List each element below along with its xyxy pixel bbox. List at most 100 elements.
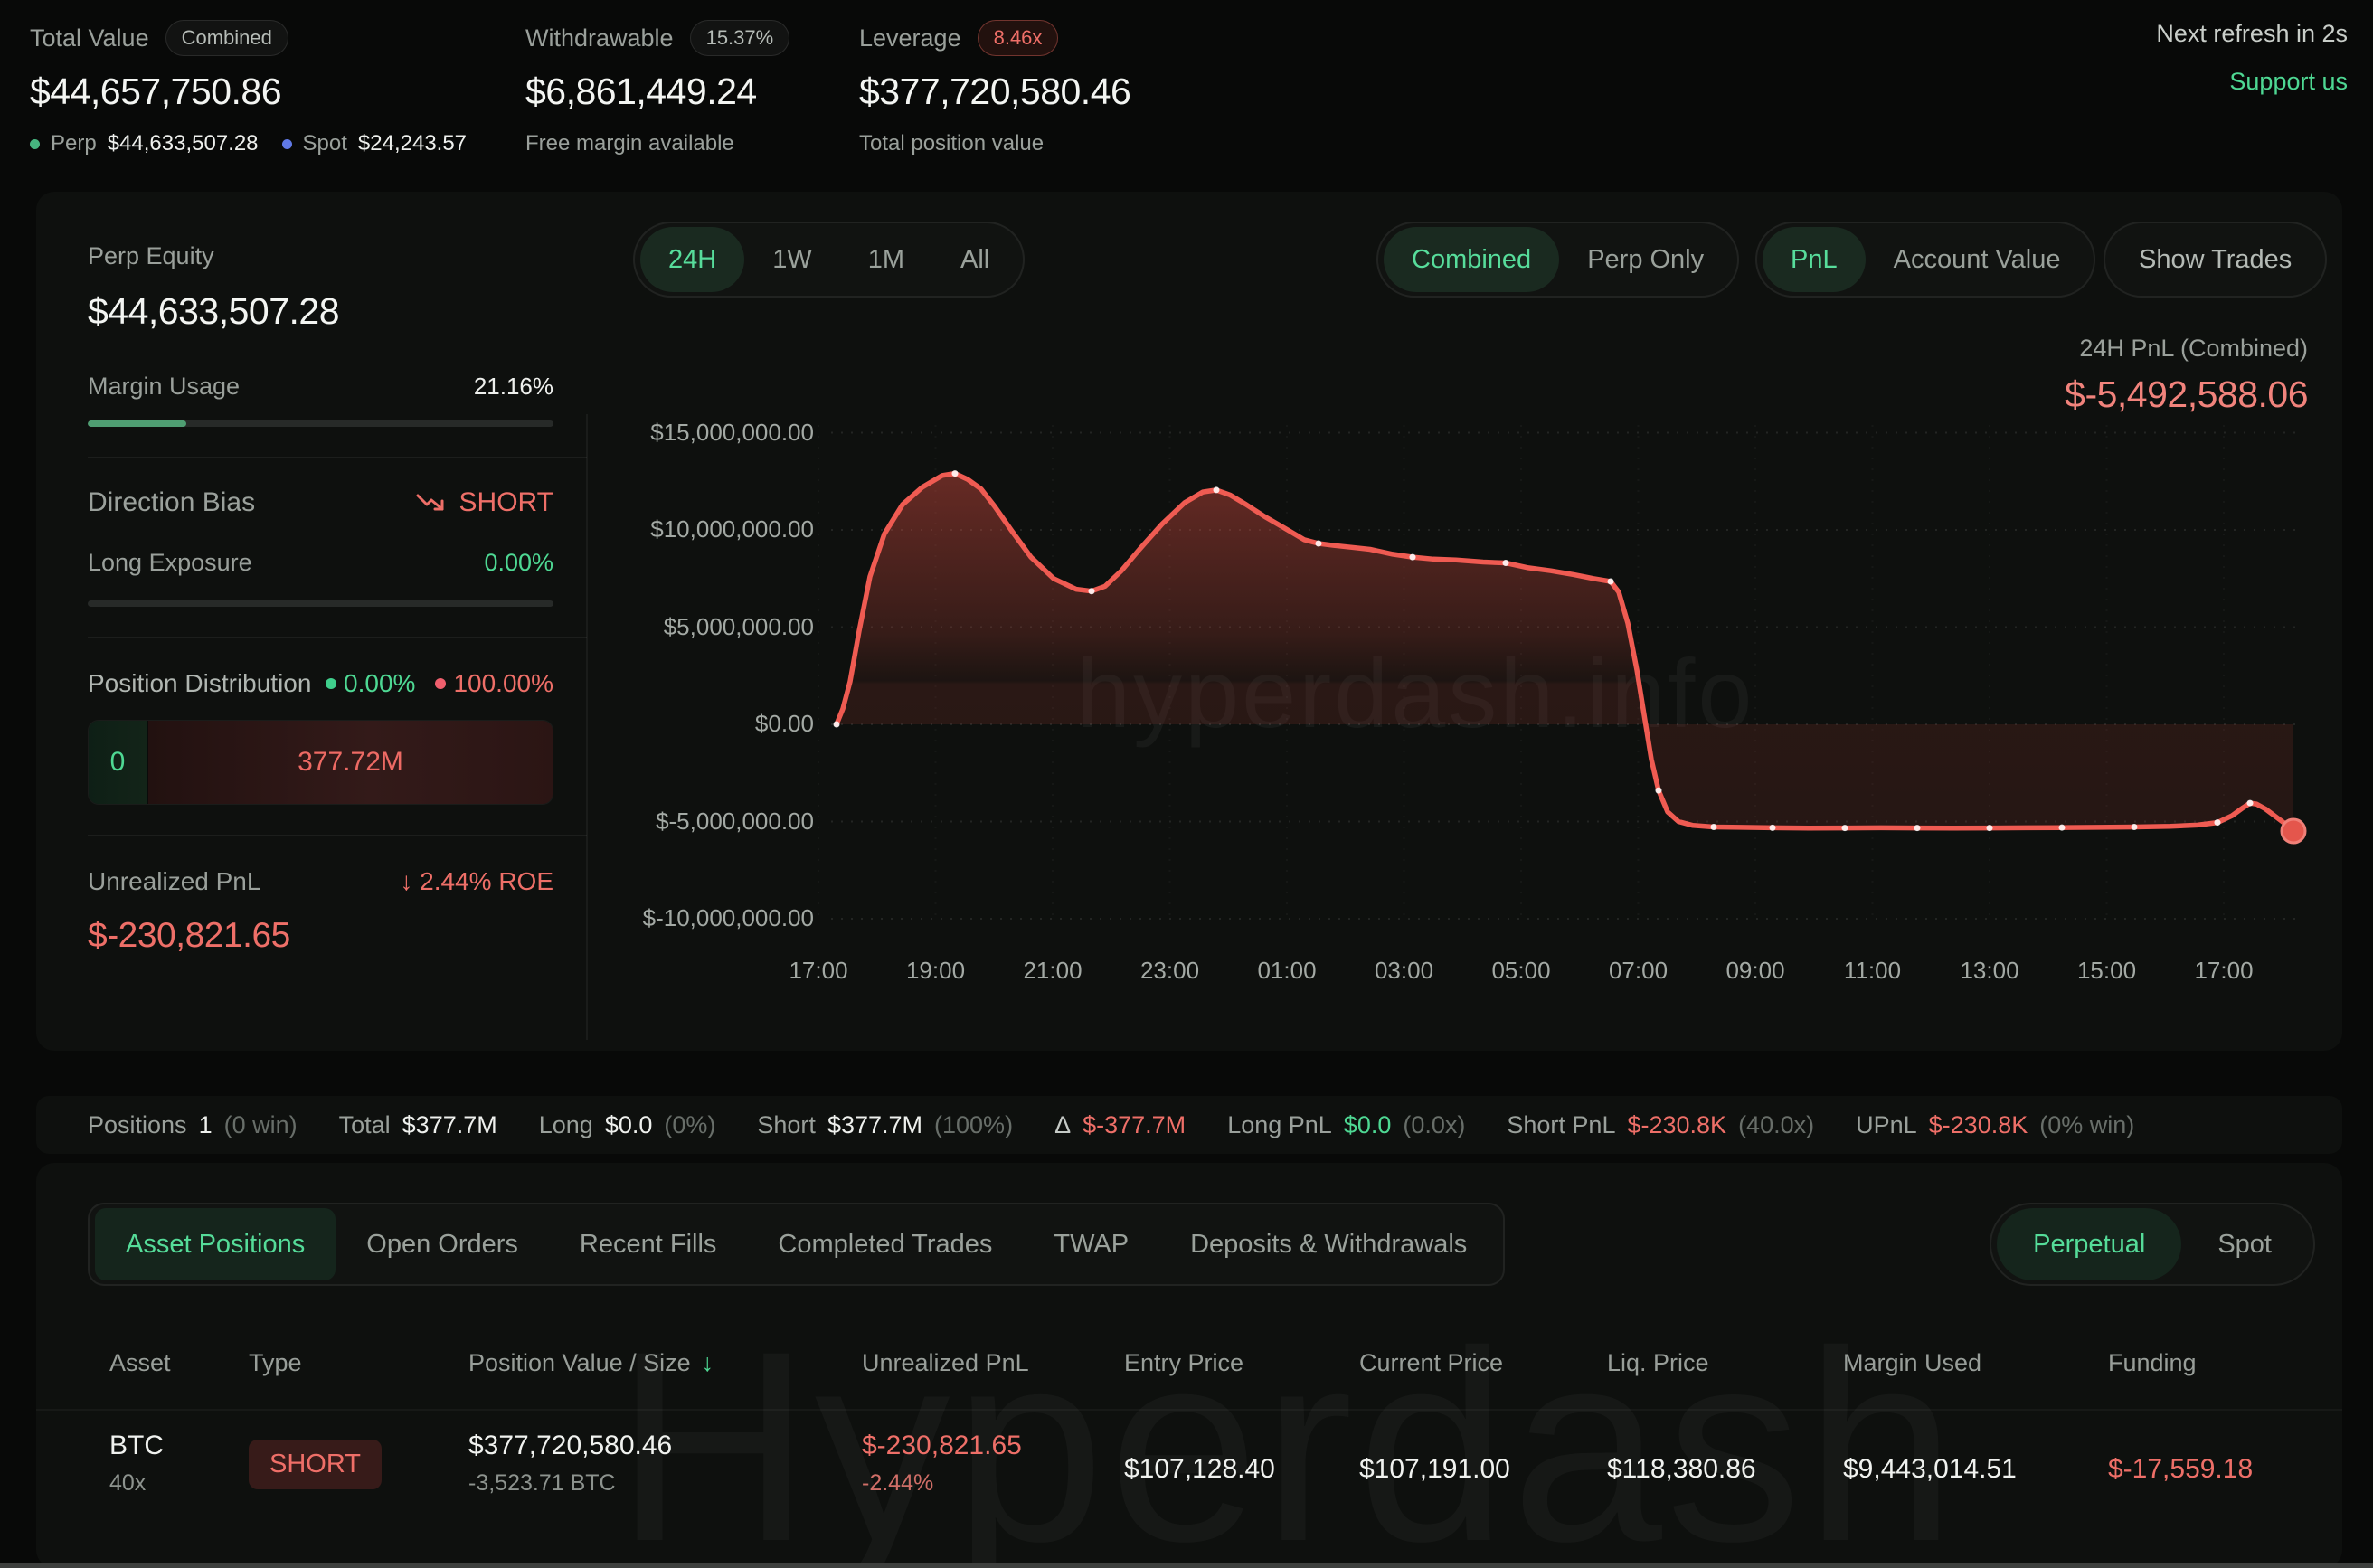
leverage-badge: 8.46x <box>978 20 1059 56</box>
tab-open-orders[interactable]: Open Orders <box>336 1208 549 1280</box>
summary-value: $377.7M <box>402 1111 497 1139</box>
pnl-readout: 24H PnL (Combined) $-5,492,588.06 <box>2065 335 2308 416</box>
summary-value: $0.0 <box>1344 1111 1392 1139</box>
total-value-stat: Total Value Combined $44,657,750.86 Perp… <box>30 18 467 156</box>
market-toggle: Perpetual Spot <box>1990 1203 2315 1286</box>
x-axis-label: 17:00 <box>2194 957 2253 985</box>
pnl-readout-label: 24H PnL (Combined) <box>2065 335 2308 363</box>
spot-value: $24,243.57 <box>358 131 467 156</box>
hyperdash-dashboard: { "header": { "total_value": {"label":"T… <box>0 0 2373 1568</box>
spot-dot-icon <box>282 139 292 149</box>
tab-twap[interactable]: TWAP <box>1023 1208 1159 1280</box>
data-point-marker <box>2059 825 2066 831</box>
tab-recent-fills[interactable]: Recent Fills <box>549 1208 748 1280</box>
summary-positions: Positions 1 (0 win) <box>88 1111 298 1139</box>
data-point-marker <box>1987 825 1993 831</box>
asset-symbol: BTC <box>109 1431 164 1461</box>
margin-usage-label: Margin Usage <box>88 373 240 401</box>
x-axis-label: 15:00 <box>2077 957 2136 985</box>
col-type: Type <box>249 1349 302 1377</box>
summary-label: UPnL <box>1856 1111 1917 1139</box>
tab-account-value[interactable]: Account Value <box>1866 227 2089 292</box>
upnl-value: $-230,821.65 <box>862 1431 1022 1461</box>
tab-completed-trades[interactable]: Completed Trades <box>747 1208 1023 1280</box>
refresh-countdown: Next refresh in 2s <box>2156 20 2348 48</box>
last-point-marker <box>2282 819 2305 843</box>
positions-summary-bar: Positions 1 (0 win) Total $377.7M Long $… <box>36 1096 2342 1154</box>
margin-used: $9,443,014.51 <box>1843 1454 2017 1485</box>
bottom-edge-divider <box>0 1563 2373 1568</box>
show-trades-button[interactable]: Show Trades <box>2111 227 2320 292</box>
margin-usage-value: 21.16% <box>474 373 553 401</box>
summary-value: $-230.8K <box>1929 1111 2028 1139</box>
y-axis-label: $10,000,000.00 <box>650 515 814 543</box>
summary-extra: (0%) <box>664 1111 715 1139</box>
pnl-area-chart <box>804 416 2315 945</box>
total-value-amount: $44,657,750.86 <box>30 71 467 113</box>
col-current-price: Current Price <box>1359 1349 1503 1377</box>
metric-tabs: PnL Account Value <box>1755 222 2095 298</box>
summary-value: 1 <box>199 1111 213 1139</box>
data-point-marker <box>1410 554 1416 561</box>
summary-total: Total $377.7M <box>339 1111 497 1139</box>
data-point-marker <box>1656 788 1662 794</box>
tab-1m[interactable]: 1M <box>840 227 932 292</box>
summary-label: Positions <box>88 1111 187 1139</box>
x-axis-label: 23:00 <box>1140 957 1199 985</box>
tab-1w[interactable]: 1W <box>744 227 840 292</box>
positions-tabs: Asset Positions Open Orders Recent Fills… <box>88 1203 1505 1286</box>
asset-leverage: 40x <box>109 1470 164 1497</box>
tab-combined[interactable]: Combined <box>1384 227 1559 292</box>
x-axis-label: 07:00 <box>1609 957 1668 985</box>
data-point-marker <box>1842 825 1848 831</box>
col-funding: Funding <box>2108 1349 2197 1377</box>
summary-long: Long $0.0 (0%) <box>539 1111 716 1139</box>
positions-panel: Hyperdash Asset Positions Open Orders Re… <box>36 1163 2342 1568</box>
show-trades-group: Show Trades <box>2104 222 2327 298</box>
tab-24h[interactable]: 24H <box>640 227 744 292</box>
y-axis-label: $15,000,000.00 <box>650 419 814 447</box>
sort-desc-icon: ↓ <box>702 1349 714 1376</box>
data-point-marker <box>1711 824 1717 830</box>
perp-equity-value: $44,633,507.28 <box>88 290 553 333</box>
perp-equity-label: Perp Equity <box>88 242 553 270</box>
entry-price: $107,128.40 <box>1124 1454 1275 1485</box>
tab-perpetual[interactable]: Perpetual <box>1997 1208 2181 1280</box>
x-axis-label: 03:00 <box>1375 957 1433 985</box>
tab-spot[interactable]: Spot <box>2181 1208 2308 1280</box>
summary-long-pnl: Long PnL $0.0 (0.0x) <box>1227 1111 1465 1139</box>
tab-pnl[interactable]: PnL <box>1763 227 1866 292</box>
summary-upnl: UPnL $-230.8K (0% win) <box>1856 1111 2134 1139</box>
col-position-value-size[interactable]: Position Value / Size↓ <box>468 1349 714 1377</box>
data-point-marker <box>1214 486 1220 493</box>
combined-badge: Combined <box>165 20 288 56</box>
withdrawable-stat: Withdrawable 15.37% $6,861,449.24 Free m… <box>525 18 789 156</box>
delta-icon: Δ <box>1054 1111 1071 1139</box>
support-us-link[interactable]: Support us <box>2156 68 2348 96</box>
data-point-marker <box>2247 800 2254 807</box>
summary-value: $-230.8K <box>1627 1111 1726 1139</box>
tab-asset-positions[interactable]: Asset Positions <box>95 1208 336 1280</box>
data-point-marker <box>1503 560 1509 566</box>
total-value-label: Total Value <box>30 24 149 52</box>
summary-label: Long <box>539 1111 593 1139</box>
summary-value: $-377.7M <box>1083 1111 1186 1139</box>
bottom-watermark: Hyperdash <box>615 1289 1960 1568</box>
tab-perp-only[interactable]: Perp Only <box>1559 227 1732 292</box>
withdrawable-label: Withdrawable <box>525 24 674 52</box>
summary-short: Short $377.7M (100%) <box>757 1111 1013 1139</box>
leverage-amount: $377,720,580.46 <box>859 71 1130 113</box>
data-point-marker <box>1316 541 1322 547</box>
position-value: $377,720,580.46 <box>468 1431 672 1461</box>
summary-delta: Δ $-377.7M <box>1054 1111 1186 1139</box>
col-unrealized-pnl: Unrealized PnL <box>862 1349 1029 1377</box>
table-header-divider <box>36 1409 2342 1411</box>
header-right: Next refresh in 2s Support us <box>2156 20 2348 96</box>
leverage-subtext: Total position value <box>859 131 1044 156</box>
x-axis-label: 19:00 <box>906 957 965 985</box>
leverage-stat: Leverage 8.46x $377,720,580.46 Total pos… <box>859 18 1130 156</box>
tab-deposits-withdrawals[interactable]: Deposits & Withdrawals <box>1159 1208 1498 1280</box>
type-badge: SHORT <box>249 1440 382 1489</box>
summary-extra: (0% win) <box>2039 1111 2134 1139</box>
tab-all[interactable]: All <box>932 227 1017 292</box>
